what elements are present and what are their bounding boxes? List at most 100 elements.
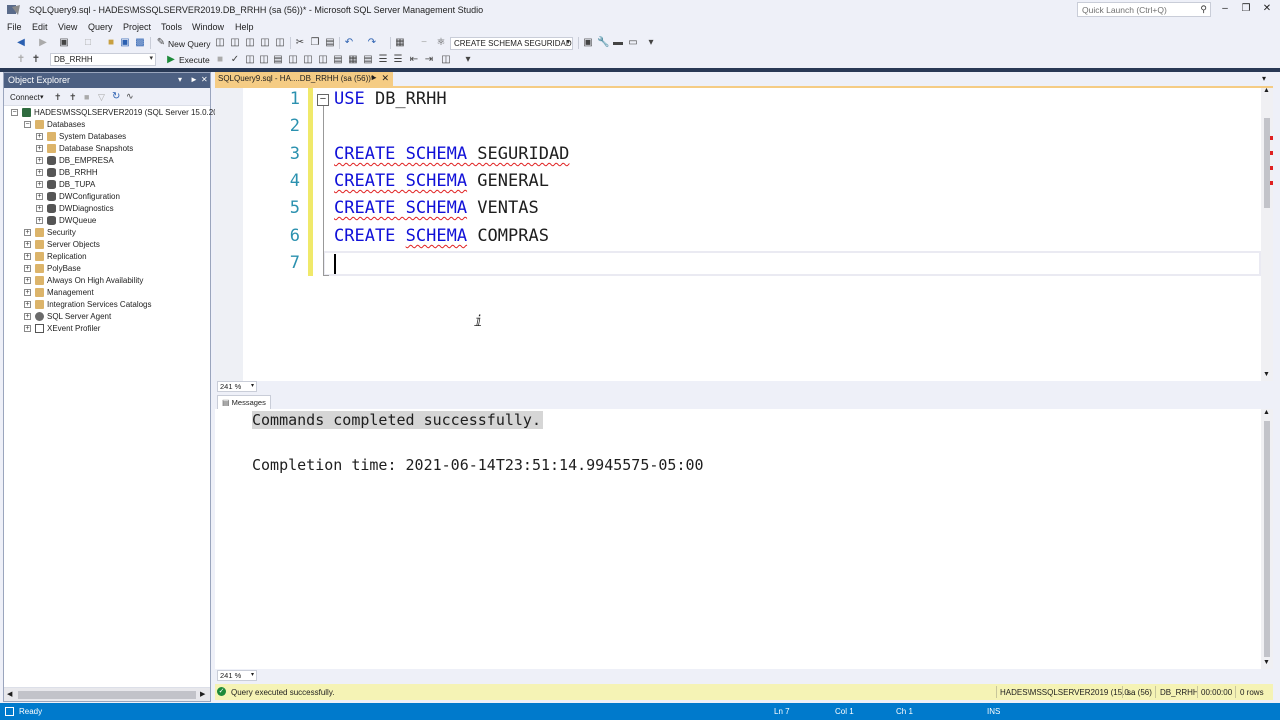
search-icon[interactable]: ⚲	[1200, 4, 1207, 15]
find-combo[interactable]: CREATE SCHEMA SEGURIDAD ▾	[450, 37, 573, 50]
back-icon[interactable]: ◀	[15, 37, 27, 49]
add-item-icon[interactable]: □	[82, 37, 94, 49]
editor-vertical-scrollbar[interactable]: ▲ ▼	[1261, 87, 1273, 381]
error-marker[interactable]	[1270, 136, 1273, 140]
object-explorer-horizontal-scrollbar[interactable]: ◀ ▶	[4, 687, 210, 701]
forward-icon[interactable]: ▶	[37, 37, 49, 49]
redo-icon[interactable]: ↷	[366, 37, 378, 49]
error-marker[interactable]	[1270, 181, 1273, 185]
menu-help[interactable]: Help	[235, 22, 254, 32]
collapse-icon[interactable]: −	[11, 109, 18, 116]
cancel-query-icon[interactable]: ■	[214, 54, 226, 66]
quick-launch-input[interactable]: Quick Launch (Ctrl+Q) ⚲	[1077, 2, 1211, 17]
results-to-text-icon[interactable]: ▤	[332, 54, 344, 66]
include-plan-icon[interactable]: ◫	[287, 54, 299, 66]
scroll-up-icon[interactable]: ▲	[1263, 87, 1270, 94]
scroll-up-icon[interactable]: ▲	[1263, 409, 1270, 416]
uncomment-icon[interactable]: ☰	[392, 54, 404, 66]
expand-icon[interactable]: +	[36, 193, 43, 200]
new-query-icon[interactable]: ✎	[155, 37, 167, 49]
collapse-region-icon[interactable]: −	[317, 94, 329, 106]
expand-icon[interactable]: +	[36, 133, 43, 140]
execute-icon[interactable]: ▶	[165, 54, 177, 66]
available-databases-combo[interactable]: DB_RRHH ▾	[50, 53, 156, 66]
disconnect-icon[interactable]: ✝	[69, 92, 77, 103]
activity-icon[interactable]: ∿	[126, 91, 134, 102]
solution-configurations-icon[interactable]: −	[418, 37, 430, 49]
expand-icon[interactable]: +	[24, 253, 31, 260]
close-icon[interactable]: ✕	[201, 75, 208, 84]
close-window-button[interactable]: ✕	[1260, 3, 1274, 17]
close-tab-icon[interactable]: ✕	[381, 73, 389, 84]
connect-plug-icon[interactable]: ✝	[54, 92, 62, 103]
expand-icon[interactable]: +	[24, 301, 31, 308]
tab-overflow-icon[interactable]: ▾	[1262, 74, 1266, 83]
client-stats-icon[interactable]: ◫	[317, 54, 329, 66]
comment-icon[interactable]: ☰	[377, 54, 389, 66]
pin-icon[interactable]: ►	[370, 73, 378, 82]
expand-icon[interactable]: +	[24, 277, 31, 284]
live-stats-icon[interactable]: ◫	[302, 54, 314, 66]
code-line[interactable]: CREATE SCHEMA SEGURIDAD	[334, 144, 569, 164]
scroll-left-icon[interactable]: ◀	[7, 690, 12, 698]
messages-vertical-scrollbar[interactable]: ▲ ▼	[1261, 409, 1273, 669]
menu-tools[interactable]: Tools	[161, 22, 182, 32]
connect-icon[interactable]: ✝	[15, 54, 27, 66]
expand-icon[interactable]: +	[36, 169, 43, 176]
save-all-icon[interactable]: ▩	[134, 37, 146, 49]
db-engine-query-icon[interactable]: ◫	[214, 37, 226, 49]
scroll-right-icon[interactable]: ▶	[200, 690, 205, 698]
pin-icon[interactable]: ►	[190, 75, 198, 84]
expand-icon[interactable]: +	[24, 289, 31, 296]
open-file-icon[interactable]: ■	[105, 37, 117, 49]
estimated-plan-icon[interactable]: ◫	[244, 54, 256, 66]
properties-icon[interactable]: ▣	[582, 37, 594, 49]
menu-view[interactable]: View	[58, 22, 77, 32]
error-marker[interactable]	[1270, 166, 1273, 170]
toolbox-icon[interactable]: ▬	[612, 37, 624, 49]
expand-icon[interactable]: +	[24, 313, 31, 320]
code-line[interactable]: CREATE SCHEMA VENTAS	[334, 198, 539, 218]
collapse-icon[interactable]: −	[24, 121, 31, 128]
maximize-button[interactable]: ❐	[1239, 3, 1253, 17]
undo-icon[interactable]: ↶	[343, 37, 355, 49]
intellisense-icon[interactable]: ▤	[272, 54, 284, 66]
expand-icon[interactable]: +	[36, 217, 43, 224]
expand-icon[interactable]: +	[24, 229, 31, 236]
scrollbar-thumb[interactable]	[1264, 421, 1270, 657]
chevron-down-icon[interactable]: ▾	[40, 93, 44, 101]
stop-icon[interactable]: ■	[84, 92, 89, 102]
expand-icon[interactable]: +	[36, 205, 43, 212]
cut-icon[interactable]: ✂	[294, 37, 306, 49]
results-to-file-icon[interactable]: ▤	[362, 54, 374, 66]
filter-icon[interactable]: ▽	[98, 92, 105, 103]
editor-zoom-combo[interactable]: 241 % ▾	[217, 381, 257, 392]
messages-tab[interactable]: ▤ Messages	[217, 395, 271, 409]
change-connection-icon[interactable]: ✝	[30, 54, 42, 66]
results-to-grid-icon[interactable]: ▦	[347, 54, 359, 66]
specify-values-icon[interactable]: ◫	[440, 54, 452, 66]
error-marker[interactable]	[1270, 151, 1273, 155]
save-icon[interactable]: ▣	[119, 37, 131, 49]
increase-indent-icon[interactable]: ⇥	[423, 54, 435, 66]
analysis-dax-query-icon[interactable]: ◫	[274, 37, 286, 49]
menu-window[interactable]: Window	[192, 22, 224, 32]
document-tab-sqlquery9[interactable]: SQLQuery9.sql - HA....DB_RRHH (sa (56))*…	[215, 72, 393, 87]
menu-edit[interactable]: Edit	[32, 22, 48, 32]
find-in-files-icon[interactable]: ⚛	[435, 37, 447, 49]
execute-button[interactable]: Execute	[179, 55, 210, 65]
expand-icon[interactable]: +	[24, 265, 31, 272]
expand-icon[interactable]: +	[36, 145, 43, 152]
activity-monitor-icon[interactable]: ▦	[394, 37, 406, 49]
expand-icon[interactable]: +	[36, 157, 43, 164]
window-icon[interactable]: ▭	[627, 37, 639, 49]
menu-query[interactable]: Query	[88, 22, 113, 32]
new-project-icon[interactable]: ▣	[58, 37, 70, 49]
wrench-icon[interactable]: 🔧	[597, 37, 609, 49]
new-query-button[interactable]: New Query	[168, 39, 211, 49]
connect-button[interactable]: Connect	[10, 93, 40, 102]
refresh-icon[interactable]: ↻	[112, 91, 120, 102]
code-line[interactable]: CREATE SCHEMA GENERAL	[334, 171, 549, 191]
toolbar-options-icon[interactable]: ▾	[462, 54, 474, 66]
expand-icon[interactable]: +	[24, 241, 31, 248]
